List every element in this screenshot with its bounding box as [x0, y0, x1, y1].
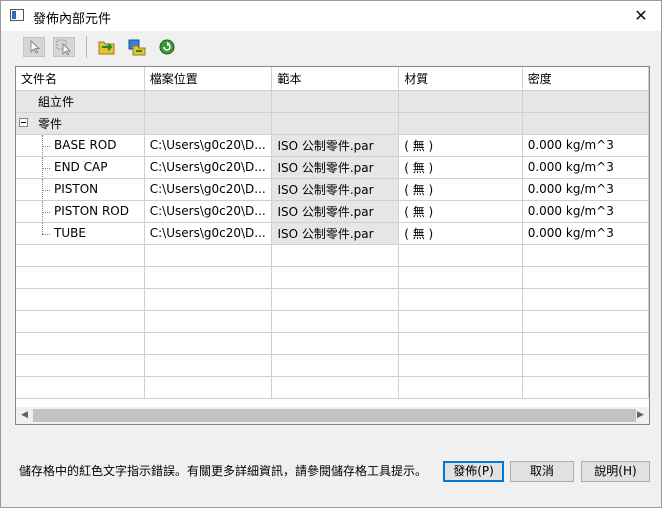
part-template-cell[interactable]: ISO 公制零件.par: [271, 200, 400, 223]
part-material-cell[interactable]: ( 無 ): [398, 178, 523, 201]
tree-line: [42, 222, 43, 234]
table-row[interactable]: TUBE C:\Users\g0c20\D... ISO 公制零件.par( 無 )…: [16, 222, 649, 245]
close-button[interactable]: ✕: [621, 1, 661, 31]
part-name-cell[interactable]: BASE ROD: [16, 134, 145, 157]
empty-row: [16, 310, 649, 333]
copy-to-folder-button[interactable]: [126, 37, 148, 57]
window-title: 發佈內部元件: [33, 12, 112, 27]
help-button[interactable]: 說明(H): [581, 461, 650, 482]
part-name-cell[interactable]: PISTON ROD: [16, 200, 145, 223]
part-name-cell[interactable]: TUBE: [16, 222, 145, 245]
part-density-cell[interactable]: 0.000 kg/m^3: [522, 200, 649, 223]
part-density-cell[interactable]: 0.000 kg/m^3: [522, 222, 649, 245]
group-label-parts: 零件: [38, 116, 63, 131]
part-location-cell[interactable]: C:\Users\g0c20\D...: [144, 134, 273, 157]
empty-row: [16, 266, 649, 289]
part-name: PISTON: [54, 182, 99, 196]
select-add-icon: [56, 39, 72, 55]
part-template-cell[interactable]: ISO 公制零件.par: [271, 222, 400, 245]
table-row[interactable]: END CAP C:\Users\g0c20\D... ISO 公制零件.par( …: [16, 156, 649, 179]
part-template-cell[interactable]: ISO 公制零件.par: [271, 178, 400, 201]
part-material-cell[interactable]: ( 無 ): [398, 156, 523, 179]
part-name: END CAP: [54, 160, 108, 174]
close-icon: ✕: [634, 6, 648, 25]
empty-row: [16, 244, 649, 267]
toolbar: [1, 33, 661, 61]
table-row[interactable]: PISTON C:\Users\g0c20\D... ISO 公制零件.par( 無…: [16, 178, 649, 201]
tree-line: [42, 211, 50, 213]
collapse-toggle[interactable]: [19, 117, 28, 127]
part-template-cell[interactable]: ISO 公制零件.par: [271, 156, 400, 179]
title-bar: 發佈內部元件 ✕: [1, 1, 661, 31]
group-row-parts[interactable]: 零件: [16, 112, 649, 135]
part-name-cell[interactable]: END CAP: [16, 156, 145, 179]
group-cell-parts: 零件: [16, 112, 145, 135]
empty-row: [16, 288, 649, 311]
select-pointer-button[interactable]: [23, 37, 45, 57]
select-add-button[interactable]: [53, 37, 75, 57]
part-location-cell[interactable]: C:\Users\g0c20\D...: [144, 200, 273, 223]
empty-row: [16, 376, 649, 399]
grid-header-row: 文件名 檔案位置 範本 材質 密度: [16, 67, 649, 91]
group-label-assemblies: 組立件: [16, 90, 145, 113]
column-header-location[interactable]: 檔案位置: [144, 67, 273, 91]
group-row-assemblies[interactable]: 組立件: [16, 90, 649, 113]
empty-row: [16, 332, 649, 355]
part-material-cell[interactable]: ( 無 ): [398, 200, 523, 223]
copy-to-folder-icon: [128, 39, 146, 56]
refresh-icon: [159, 39, 175, 55]
column-header-template[interactable]: 範本: [271, 67, 400, 91]
part-density-cell[interactable]: 0.000 kg/m^3: [522, 178, 649, 201]
part-name-cell[interactable]: PISTON: [16, 178, 145, 201]
components-grid: 文件名 檔案位置 範本 材質 密度 組立件 零件 BASE ROD C:\Use…: [15, 66, 650, 425]
empty-row: [16, 354, 649, 377]
part-location-cell[interactable]: C:\Users\g0c20\D...: [144, 222, 273, 245]
scroll-left-icon[interactable]: ◀: [16, 407, 33, 424]
tree-line: [42, 189, 50, 191]
column-header-material[interactable]: 材質: [398, 67, 523, 91]
publish-internal-components-dialog: 發佈內部元件 ✕ 文件名 檔案位置 範本 材質 密度 組立件 零件 BASE R…: [0, 0, 662, 508]
table-row[interactable]: BASE ROD C:\Users\g0c20\D... ISO 公制零件.par(…: [16, 134, 649, 157]
tree-line: [42, 167, 50, 169]
horizontal-scrollbar[interactable]: ◀ ▶: [16, 407, 649, 424]
open-folder-button[interactable]: [96, 37, 118, 57]
select-pointer-icon: [30, 39, 41, 54]
part-location-cell[interactable]: C:\Users\g0c20\D...: [144, 178, 273, 201]
part-template-cell[interactable]: ISO 公制零件.par: [271, 134, 400, 157]
window-icon: [10, 9, 24, 21]
tree-line: [42, 145, 50, 147]
error-hint-message: 儲存格中的紅色文字指示錯誤。有關更多詳細資訊，請參閱儲存格工具提示。: [19, 464, 428, 478]
part-name: PISTON ROD: [54, 204, 129, 218]
part-name: BASE ROD: [54, 138, 117, 152]
table-row[interactable]: PISTON ROD C:\Users\g0c20\D... ISO 公制零件.pa…: [16, 200, 649, 223]
part-material-cell[interactable]: ( 無 ): [398, 134, 523, 157]
scroll-right-icon[interactable]: ▶: [632, 407, 649, 424]
cancel-button[interactable]: 取消: [510, 461, 574, 482]
tree-line: [42, 233, 50, 235]
column-header-filename[interactable]: 文件名: [16, 67, 145, 91]
column-header-density[interactable]: 密度: [522, 67, 649, 91]
toolbar-separator: [86, 36, 87, 58]
part-location-cell[interactable]: C:\Users\g0c20\D...: [144, 156, 273, 179]
refresh-button[interactable]: [156, 37, 178, 57]
scrollbar-thumb[interactable]: [33, 409, 636, 422]
publish-button[interactable]: 發佈(P): [443, 461, 504, 482]
folder-open-icon: [98, 41, 115, 55]
part-density-cell[interactable]: 0.000 kg/m^3: [522, 134, 649, 157]
part-name: TUBE: [54, 226, 86, 240]
part-material-cell[interactable]: ( 無 ): [398, 222, 523, 245]
part-density-cell[interactable]: 0.000 kg/m^3: [522, 156, 649, 179]
